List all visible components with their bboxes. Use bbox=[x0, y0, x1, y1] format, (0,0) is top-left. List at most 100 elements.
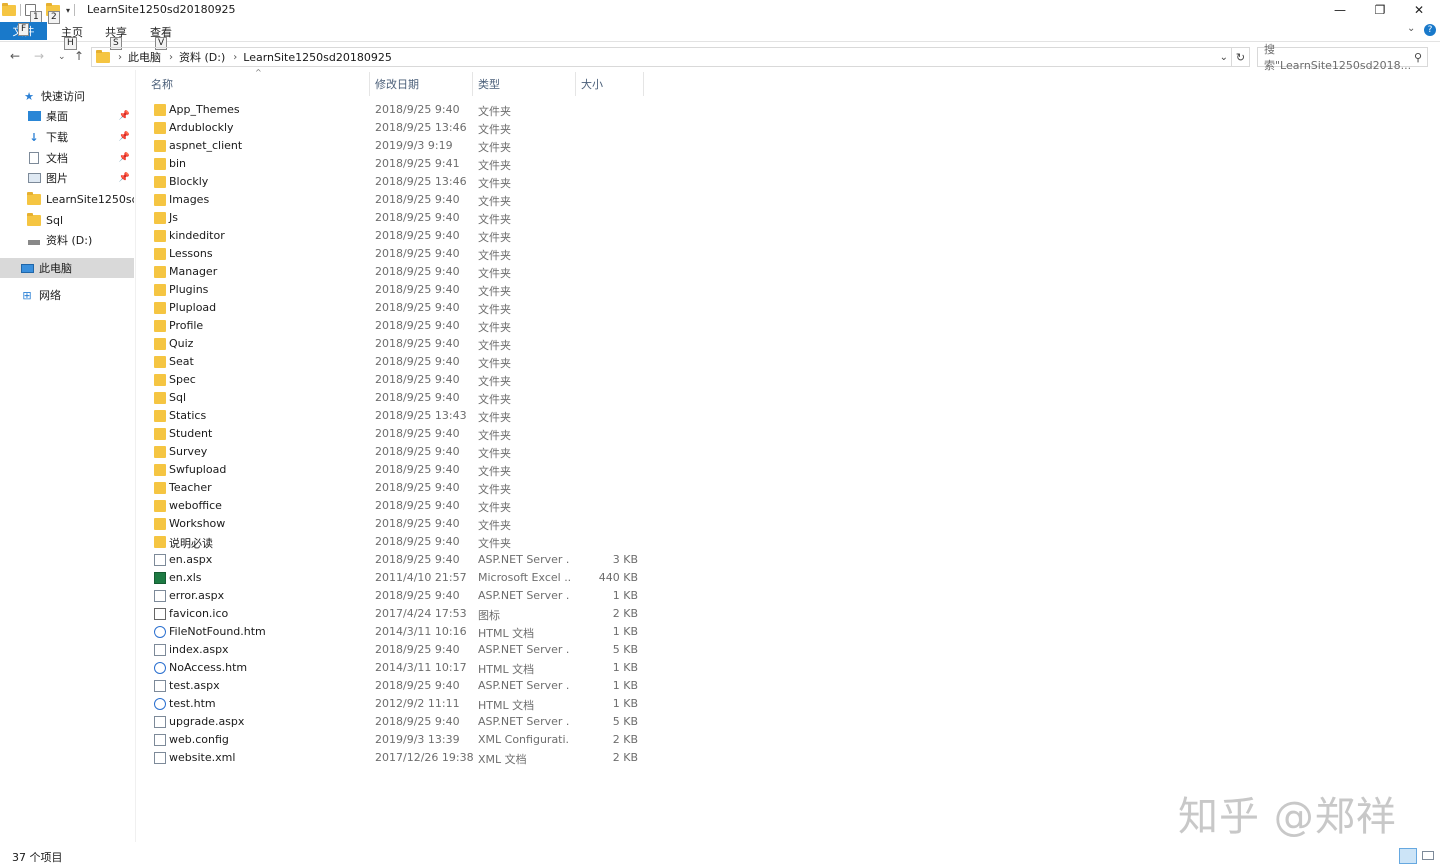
file-date: 2018/9/25 13:46 bbox=[375, 175, 467, 188]
nav-item-desktop[interactable]: 桌面 📌 bbox=[0, 106, 134, 126]
file-type: 文件夹 bbox=[478, 177, 511, 190]
file-row[interactable]: App_Themes 2018/9/25 9:40 文件夹 bbox=[137, 101, 647, 119]
address-dropdown-icon[interactable]: ⌄ bbox=[1220, 52, 1228, 63]
file-row[interactable]: weboffice 2018/9/25 9:40 文件夹 bbox=[137, 497, 647, 515]
search-input[interactable]: 搜索"LearnSite1250sd2018... ⚲ bbox=[1257, 43, 1428, 72]
file-name: test.aspx bbox=[169, 679, 220, 692]
file-row[interactable]: NoAccess.htm 2014/3/11 10:17 HTML 文档 1 KB bbox=[137, 659, 647, 677]
file-name: Plupload bbox=[169, 301, 217, 314]
large-icons-view-button[interactable] bbox=[1420, 848, 1436, 864]
file-icon bbox=[154, 734, 166, 746]
address-bar[interactable]: › 此电脑 › 资料 (D:) › LearnSite1250sd2018092… bbox=[91, 47, 1232, 67]
nav-label: 文档 bbox=[46, 152, 68, 165]
nav-network[interactable]: ⊞ 网络 bbox=[0, 285, 134, 305]
file-row[interactable]: Spec 2018/9/25 9:40 文件夹 bbox=[137, 371, 647, 389]
pin-icon[interactable]: 📌 bbox=[119, 132, 130, 142]
column-header-size[interactable]: 大小 bbox=[576, 72, 644, 96]
file-row[interactable]: Images 2018/9/25 9:40 文件夹 bbox=[137, 191, 647, 209]
column-header-type[interactable]: 类型 bbox=[473, 72, 576, 96]
column-header-date[interactable]: 修改日期 bbox=[370, 72, 473, 96]
file-row[interactable]: FileNotFound.htm 2014/3/11 10:16 HTML 文档 1 … bbox=[137, 623, 647, 641]
file-row[interactable]: favicon.ico 2017/4/24 17:53 图标 2 KB bbox=[137, 605, 647, 623]
pin-icon[interactable]: 📌 bbox=[119, 173, 130, 183]
folder-icon bbox=[27, 212, 41, 226]
file-row[interactable]: kindeditor 2018/9/25 9:40 文件夹 bbox=[137, 227, 647, 245]
column-header-name[interactable]: 名称 bbox=[137, 72, 370, 96]
folder-icon[interactable] bbox=[2, 2, 16, 16]
pin-icon[interactable]: 📌 bbox=[119, 153, 130, 163]
nav-label: 下载 bbox=[46, 131, 68, 144]
nav-item-documents[interactable]: 文档 📌 bbox=[0, 148, 134, 168]
chevron-right-icon[interactable]: › bbox=[233, 52, 237, 63]
nav-quick-access[interactable]: ★ 快速访问 bbox=[0, 86, 134, 106]
nav-item-drive-d[interactable]: 资料 (D:) bbox=[0, 230, 134, 250]
file-row[interactable]: Student 2018/9/25 9:40 文件夹 bbox=[137, 425, 647, 443]
minimize-button[interactable]: — bbox=[1320, 0, 1360, 20]
file-row[interactable]: 说明必读 2018/9/25 9:40 文件夹 bbox=[137, 533, 647, 551]
customize-qat-icon[interactable]: ▾ bbox=[66, 6, 70, 15]
forward-arrow-icon[interactable]: → bbox=[34, 49, 44, 63]
file-row[interactable]: Quiz 2018/9/25 9:40 文件夹 bbox=[137, 335, 647, 353]
file-row[interactable]: Ardublockly 2018/9/25 13:46 文件夹 bbox=[137, 119, 647, 137]
nav-item-learnsite[interactable]: LearnSite1250sd2 bbox=[0, 189, 134, 209]
close-button[interactable]: ✕ bbox=[1399, 0, 1439, 20]
file-size: 2 KB bbox=[612, 751, 638, 764]
file-row[interactable]: error.aspx 2018/9/25 9:40 ASP.NET Server .… bbox=[137, 587, 647, 605]
file-row[interactable]: test.htm 2012/9/2 11:11 HTML 文档 1 KB bbox=[137, 695, 647, 713]
file-row[interactable]: Lessons 2018/9/25 9:40 文件夹 bbox=[137, 245, 647, 263]
breadcrumb-drive-d[interactable]: 资料 (D:) bbox=[179, 49, 225, 65]
file-row[interactable]: Plugins 2018/9/25 9:40 文件夹 bbox=[137, 281, 647, 299]
details-view-button[interactable] bbox=[1399, 848, 1417, 864]
file-name: Survey bbox=[169, 445, 208, 458]
file-type: ASP.NET Server ... bbox=[478, 589, 570, 602]
file-row[interactable]: Swfupload 2018/9/25 9:40 文件夹 bbox=[137, 461, 647, 479]
breadcrumb-current-folder[interactable]: LearnSite1250sd20180925 bbox=[243, 51, 392, 64]
file-name: index.aspx bbox=[169, 643, 229, 656]
expand-ribbon-icon[interactable]: ⌄ bbox=[1407, 23, 1415, 34]
file-row[interactable]: en.aspx 2018/9/25 9:40 ASP.NET Server ... 3… bbox=[137, 551, 647, 569]
file-row[interactable]: Teacher 2018/9/25 9:40 文件夹 bbox=[137, 479, 647, 497]
file-name: Js bbox=[169, 211, 178, 224]
download-icon: ↓ bbox=[29, 130, 39, 144]
chevron-right-icon[interactable]: › bbox=[169, 52, 173, 63]
up-arrow-icon[interactable]: ↑ bbox=[74, 49, 84, 63]
file-date: 2018/9/25 9:40 bbox=[375, 715, 460, 728]
file-date: 2018/9/25 9:40 bbox=[375, 193, 460, 206]
back-arrow-icon[interactable]: ← bbox=[10, 49, 20, 63]
file-name: bin bbox=[169, 157, 187, 170]
refresh-icon[interactable]: ↻ bbox=[1232, 47, 1250, 67]
breadcrumb-this-pc[interactable]: 此电脑 bbox=[128, 49, 161, 65]
help-icon[interactable]: ? bbox=[1424, 24, 1436, 36]
file-row[interactable]: Seat 2018/9/25 9:40 文件夹 bbox=[137, 353, 647, 371]
nav-this-pc[interactable]: 此电脑 bbox=[0, 258, 134, 278]
restore-button[interactable]: ❐ bbox=[1360, 0, 1400, 20]
nav-item-downloads[interactable]: ↓ 下载 📌 bbox=[0, 127, 134, 147]
file-date: 2018/9/25 9:40 bbox=[375, 373, 460, 386]
chevron-right-icon[interactable]: › bbox=[118, 52, 122, 63]
file-row[interactable]: test.aspx 2018/9/25 9:40 ASP.NET Server ..… bbox=[137, 677, 647, 695]
file-row[interactable]: Workshow 2018/9/25 9:40 文件夹 bbox=[137, 515, 647, 533]
file-row[interactable]: aspnet_client 2019/9/3 9:19 文件夹 bbox=[137, 137, 647, 155]
nav-item-pictures[interactable]: 图片 📌 bbox=[0, 168, 134, 188]
file-row[interactable]: Blockly 2018/9/25 13:46 文件夹 bbox=[137, 173, 647, 191]
file-row[interactable]: web.config 2019/9/3 13:39 XML Configurati.… bbox=[137, 731, 647, 749]
file-row[interactable]: bin 2018/9/25 9:41 文件夹 bbox=[137, 155, 647, 173]
file-row[interactable]: Plupload 2018/9/25 9:40 文件夹 bbox=[137, 299, 647, 317]
excel-file-icon bbox=[154, 572, 166, 584]
file-name: App_Themes bbox=[169, 103, 240, 116]
file-row[interactable]: Js 2018/9/25 9:40 文件夹 bbox=[137, 209, 647, 227]
file-row[interactable]: Survey 2018/9/25 9:40 文件夹 bbox=[137, 443, 647, 461]
pin-icon[interactable]: 📌 bbox=[119, 111, 130, 121]
file-row[interactable]: upgrade.aspx 2018/9/25 9:40 ASP.NET Server… bbox=[137, 713, 647, 731]
file-row[interactable]: Sql 2018/9/25 9:40 文件夹 bbox=[137, 389, 647, 407]
file-row[interactable]: website.xml 2017/12/26 19:38 XML 文档 2 KB bbox=[137, 749, 647, 767]
file-row[interactable]: index.aspx 2018/9/25 9:40 ASP.NET Server .… bbox=[137, 641, 647, 659]
file-size: 3 KB bbox=[612, 553, 638, 566]
recent-locations-icon[interactable]: ⌄ bbox=[58, 52, 66, 62]
file-date: 2018/9/25 13:43 bbox=[375, 409, 467, 422]
nav-item-sql[interactable]: Sql bbox=[0, 210, 134, 230]
file-row[interactable]: Profile 2018/9/25 9:40 文件夹 bbox=[137, 317, 647, 335]
file-row[interactable]: Statics 2018/9/25 13:43 文件夹 bbox=[137, 407, 647, 425]
file-row[interactable]: en.xls 2011/4/10 21:57 Microsoft Excel ...… bbox=[137, 569, 647, 587]
file-row[interactable]: Manager 2018/9/25 9:40 文件夹 bbox=[137, 263, 647, 281]
